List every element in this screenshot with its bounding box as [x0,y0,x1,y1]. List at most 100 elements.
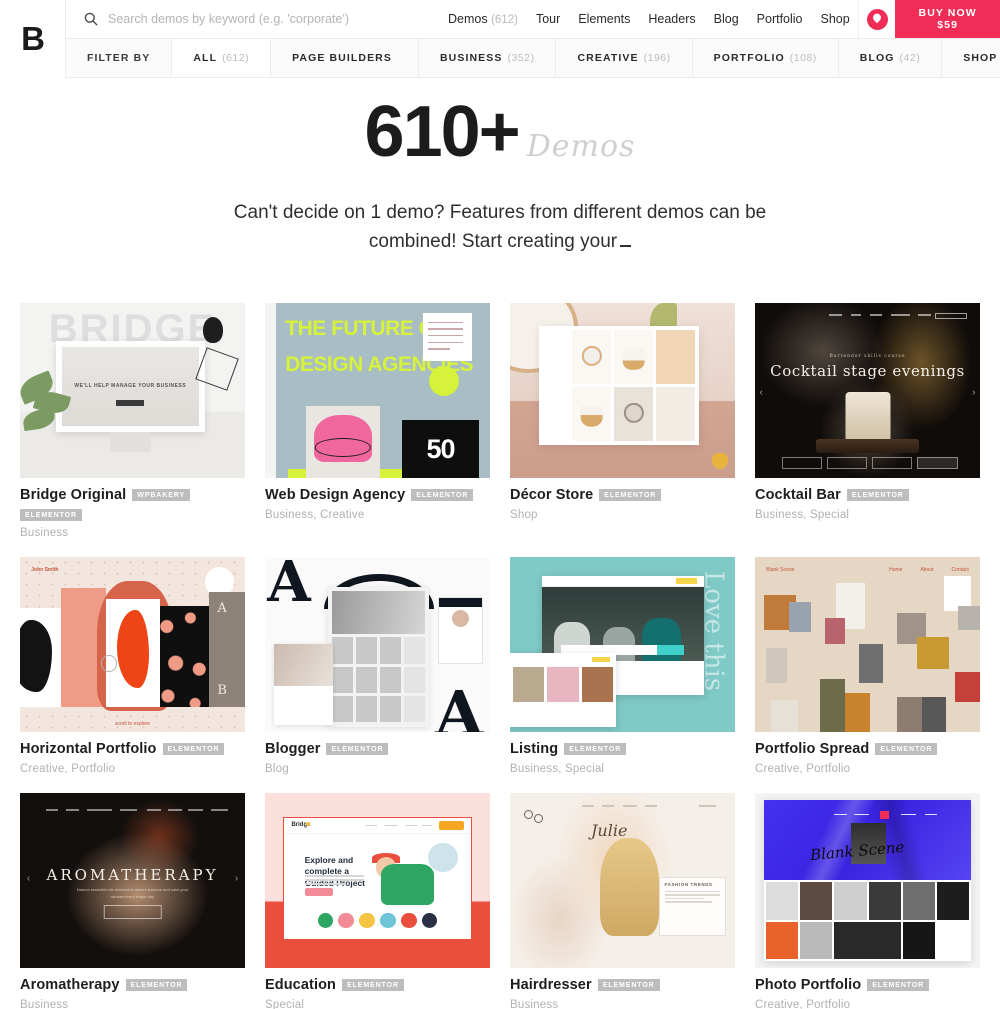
builder-tag: ELEMENTOR [846,488,909,501]
demo-categories: Business, Special [510,762,605,775]
demo-thumbnail-web-design-agency[interactable]: THE FUTURE OF DESIGN AGENCIES 50 [265,302,490,478]
photo-topnav [834,811,942,820]
spread-photo [766,647,787,683]
filter-tab-label: ALL [193,52,218,64]
nav-item-tour[interactable]: Tour [536,12,560,26]
filter-tab-blog[interactable]: BLOG (42) [838,39,943,77]
fifty-badge: 50 [402,420,479,478]
demo-title: Web Design Agency [265,486,406,503]
filter-tab-label: SHOP [963,52,998,64]
cart-icon [866,8,888,30]
demo-thumbnail-hairdresser[interactable]: Julie FASHION TRENDS [510,792,735,968]
category-circles [317,911,438,929]
filter-tab-portfolio[interactable]: PORTFOLIO (108) [692,39,839,77]
spread-brand: Blank Scene [766,567,795,574]
cart-button[interactable] [857,0,896,38]
filter-label: FILTER BY [66,39,173,77]
demo-title: Décor Store [510,486,594,503]
demo-thumbnail-photo-portfolio[interactable]: Blank Scene [755,792,980,968]
filter-tab-count: (42) [899,52,921,64]
demo-title: Blogger [265,740,321,757]
aroma-cta-button[interactable] [103,904,162,919]
nav-item-elements[interactable]: Elements [578,12,630,26]
carousel-next-arrow[interactable]: › [972,387,975,398]
nav-item-shop[interactable]: Shop [821,12,850,26]
demo-title: Bridge Original [20,486,127,503]
demo-meta: Education ELEMENTOR Special [265,968,490,1009]
filter-tab-count: (612) [222,52,250,64]
builder-tag: ELEMENTOR [599,488,662,501]
wood-log [815,439,920,454]
demo-topnav [762,310,974,322]
nav-count: (612) [491,14,518,26]
cocktail-glass [845,392,890,445]
demo-title: Portfolio Spread [755,740,870,757]
demo-card[interactable]: John Smith AB scroll to explore Horizont… [10,556,255,793]
filter-tab-shop[interactable]: SHOP(98) [942,39,1000,77]
builder-tag: ELEMENTOR [564,742,627,756]
nav-item-demos[interactable]: Demos (612) [448,12,518,26]
demo-card[interactable]: A A Blogger ELEMENTOR Blog [255,556,500,793]
hero-subtitle: Can't decide on 1 demo? Features from di… [220,198,780,257]
builder-tag: ELEMENTOR [125,978,188,992]
demo-thumbnail-portfolio-spread[interactable]: Blank Scene Home About Contact [755,556,980,732]
nav-label: Demos [448,12,488,26]
demo-thumbnail-bridge-original[interactable]: BRIDGE WE'LL HELP MANAGE YOUR BUSINESS [20,302,245,478]
demo-meta: Cocktail Bar ELEMENTOR Business, Special [755,478,980,521]
demo-thumbnail-listing[interactable]: Love this [510,556,735,732]
demo-categories: Creative, Portfolio [20,762,116,775]
filter-tab-business[interactable]: BUSINESS (352) [418,39,557,77]
scissors-icon [523,810,560,863]
demo-card[interactable]: Love this Listing ELEMENTOR Business, Sp… [500,556,745,793]
demo-thumbnail-blogger[interactable]: A A [265,556,490,732]
demo-categories: Blog [265,762,289,775]
builder-tag: ELEMENTOR [20,508,82,521]
search-input[interactable] [108,12,448,26]
demo-meta: Blogger ELEMENTOR Blog [265,732,490,775]
filter-tab-page-builders[interactable]: PAGE BUILDERS [271,39,419,77]
top-bar: B Demos (612) Tour Elements Headers Blog… [0,0,1000,78]
demo-categories: Special [265,998,305,1009]
nav-item-portfolio[interactable]: Portfolio [757,12,803,26]
nav-item-headers[interactable]: Headers [648,12,695,26]
demo-meta: Portfolio Spread ELEMENTOR Creative, Por… [755,732,980,775]
carousel-next-arrow[interactable]: › [235,873,238,884]
filter-tab-label: PORTFOLIO [713,52,785,64]
beanie-photo [305,406,380,478]
demo-meta: Aromatherapy ELEMENTOR Business [20,968,245,1009]
nav-item-blog[interactable]: Blog [714,12,739,26]
spread-photo [858,644,884,683]
demo-thumbnail-decor-store[interactable] [510,302,735,478]
demo-card[interactable]: THE FUTURE OF DESIGN AGENCIES 50 Web Des… [255,302,500,557]
hair-script-title: Julie [591,820,628,840]
demo-card[interactable]: Décor Store ELEMENTOR Shop [500,302,745,557]
demo-thumbnail-cocktail-bar[interactable]: Bartender skills course Cocktail stage e… [755,302,980,478]
builder-tag: ELEMENTOR [875,742,938,756]
demo-thumbnail-education[interactable]: Bridge Explore and complete a Guided Pro… [265,792,490,968]
demo-card[interactable]: Bartender skills course Cocktail stage e… [745,302,990,557]
demo-thumbnail-aromatherapy[interactable]: AROMATHERAPY Natural essential oils blen… [20,792,245,968]
shop-grid-mockup [539,325,699,445]
hport-brand: John Smith [31,567,59,574]
services-panel: FASHION TRENDS [658,876,726,937]
demo-meta: Hairdresser ELEMENTOR Business [510,968,735,1009]
carousel-prev-arrow[interactable]: ‹ [760,387,763,398]
buy-now-button[interactable]: BUY NOW $59 [895,0,1000,38]
demo-thumbnail-horizontal-portfolio[interactable]: John Smith AB scroll to explore [20,556,245,732]
site-logo[interactable]: B [0,0,66,78]
education-browser-mockup: Bridge Explore and complete a Guided Pro… [283,817,472,940]
demo-card[interactable]: AROMATHERAPY Natural essential oils blen… [10,792,255,1009]
demo-card[interactable]: Bridge Explore and complete a Guided Pro… [255,792,500,1009]
builder-tag: ELEMENTOR [162,742,225,756]
demo-card[interactable]: Julie FASHION TRENDS Hairdresser ELEMENT… [500,792,745,1009]
carousel-prev-arrow[interactable]: ‹ [27,873,30,884]
demo-card[interactable]: Blank Scene Home About Contact Portfolio… [745,556,990,793]
hair-topnav [521,802,724,811]
demo-categories: Business [20,526,69,539]
demo-card[interactable]: Blank Scene Photo Portfolio ELEMENTOR Cr… [745,792,990,1009]
filter-tab-all[interactable]: ALL (612) [172,39,272,77]
filter-tab-creative[interactable]: CREATIVE (196) [556,39,693,77]
filter-label-text: FILTER BY [87,52,151,64]
builder-tag: ELEMENTOR [326,742,389,756]
demo-card[interactable]: BRIDGE WE'LL HELP MANAGE YOUR BUSINESS B… [10,302,255,557]
